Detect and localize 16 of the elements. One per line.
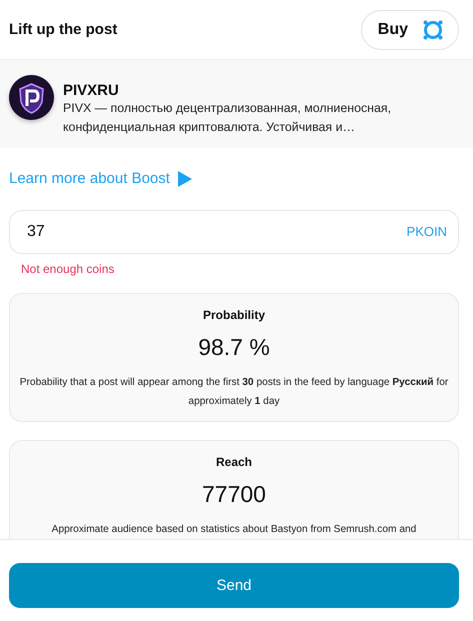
error-message: Not enough coins [21, 262, 114, 276]
stat-value: 77700 [202, 481, 266, 508]
send-button[interactable]: Send [9, 563, 459, 608]
avatar [9, 75, 54, 120]
card-title: Reach [216, 455, 252, 469]
buy-button[interactable]: Buy [360, 10, 459, 50]
author-name: PIVXRU [63, 82, 120, 99]
currency-label: PKOIN [406, 224, 447, 239]
post-excerpt: PIVX — полностью децентрализованная, молниеносная, конфиденциальная криптовалюта. Устойчивая и… [63, 100, 392, 136]
stat-description: Probability that a post will appear among the first 30 posts in the feed by language Русский for approximately 1 day [18, 376, 450, 409]
stat-description: Approximate audience based on statistics about Bastyon from Semrush.com and [50, 523, 418, 537]
card-title: Probability [202, 308, 265, 322]
play-icon [178, 170, 192, 186]
page-title: Lift up the post [9, 21, 118, 38]
coin-icon [422, 18, 444, 40]
stat-value: 98.7 % [198, 334, 270, 361]
